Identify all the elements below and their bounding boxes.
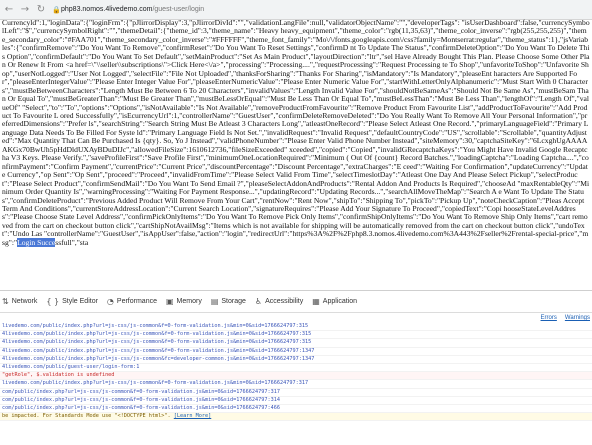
network-icon: ⇅ <box>2 297 9 306</box>
console-log-line[interactable]: 4livedemo.com/public/guest-user/login-fo… <box>0 364 592 373</box>
devtools-tabbar: ⇅ Network { } Style Editor ◔ Performance ▣ Memo… <box>0 291 592 313</box>
console-log-line[interactable]: com/public/index.php?url=js-css/js-commo… <box>0 405 592 414</box>
devtools-tab-style-editor[interactable]: { } Style Editor <box>46 297 98 306</box>
console-log-line[interactable]: com/public/index.php?url=js-css/js-commo… <box>0 389 592 397</box>
devtools-panel: ⇅ Network { } Style Editor ◔ Performance ▣ Memo… <box>0 290 592 445</box>
storage-icon: ▤ <box>210 297 219 306</box>
performance-icon: ◔ <box>106 297 114 306</box>
address-bar[interactable]: 🔒 php83.nomos.4livedemo.com/guest-user/l… <box>52 3 292 16</box>
lock-icon: 🔒 <box>52 5 61 14</box>
devtools-tab-label: Memory <box>176 298 202 305</box>
page-source-text: Currencyld":1,"loginData":{"loginFrm":{"… <box>0 19 592 290</box>
forward-arrow-icon[interactable]: → <box>18 3 32 17</box>
devtools-tab-accessibility[interactable]: ♿ Accessibility <box>255 297 303 306</box>
devtools-tab-performance[interactable]: ◔ Performance <box>107 297 157 306</box>
accessibility-icon: ♿ <box>254 297 263 306</box>
console-log-line[interactable]: com/public/index.php?url=js-css/js-commo… <box>0 397 592 406</box>
devtools-tab-label: Accessibility <box>265 298 304 305</box>
warnings-filter[interactable]: Warnings <box>565 315 590 321</box>
console-output: livedemo.com/public/index.php?url=js-css… <box>0 323 592 422</box>
console-warning-line: be impacted. For Standards Mode use "<!D… <box>0 413 592 422</box>
console-log-line[interactable]: 4livedemo.com/public/index.php?url=js-cs… <box>0 339 592 348</box>
devtools-tab-label: Network <box>11 298 38 305</box>
url-path: /guest-user/login <box>152 6 205 13</box>
console-filter-bar: Errors Warnings <box>0 313 592 323</box>
devtools-tab-memory[interactable]: ▣ Memory <box>166 297 202 306</box>
devtools-tab-label: Application <box>322 298 358 305</box>
browser-toolbar: ← → ↻ 🔒 php83.nomos.4livedemo.com/guest-… <box>0 0 592 20</box>
console-error-line: "getRole", $.validation is undefined <box>0 372 592 381</box>
learn-more-link[interactable]: [Learn More] <box>174 413 211 419</box>
selected-text[interactable]: Login Succe <box>17 237 56 247</box>
source-text-before: Currencyld":1,"loginData":{"loginFrm":{"… <box>2 19 590 247</box>
console-log-line[interactable]: 4livedemo.com/public/index.php?url=js-cs… <box>0 331 592 340</box>
source-text-after: ssfull","sta <box>55 237 89 247</box>
devtools-tab-storage[interactable]: ▤ Storage <box>211 297 246 306</box>
console-log-line[interactable]: 4livedemo.com/public/index.php?url=js-cs… <box>0 348 592 356</box>
devtools-tab-label: Storage <box>221 298 246 305</box>
warning-text: be impacted. For Standards Mode use "<!D… <box>2 413 171 420</box>
console-log-line[interactable]: livedemo.com/public/index.php?url=js-css… <box>0 323 592 332</box>
back-arrow-icon[interactable]: ← <box>2 3 16 17</box>
devtools-tab-network[interactable]: ⇅ Network <box>2 297 37 306</box>
reload-icon[interactable]: ↻ <box>34 3 48 17</box>
devtools-tab-label: Performance <box>116 298 157 305</box>
url-host: php83.nomos.4livedemo.com <box>61 6 153 13</box>
application-icon: ▦ <box>312 297 320 306</box>
memory-icon: ▣ <box>165 297 174 306</box>
devtools-tab-application[interactable]: ▦ Application <box>312 297 357 306</box>
console-log-line[interactable]: 4livedemo.com/public/index.php?url=js-cs… <box>0 356 592 365</box>
style-editor-icon: { } <box>46 297 60 306</box>
errors-filter[interactable]: Errors <box>541 315 557 321</box>
devtools-tab-label: Style Editor <box>62 298 98 305</box>
console-log-line[interactable]: livedemo.com/public/index.php?url=js-css… <box>0 380 592 389</box>
